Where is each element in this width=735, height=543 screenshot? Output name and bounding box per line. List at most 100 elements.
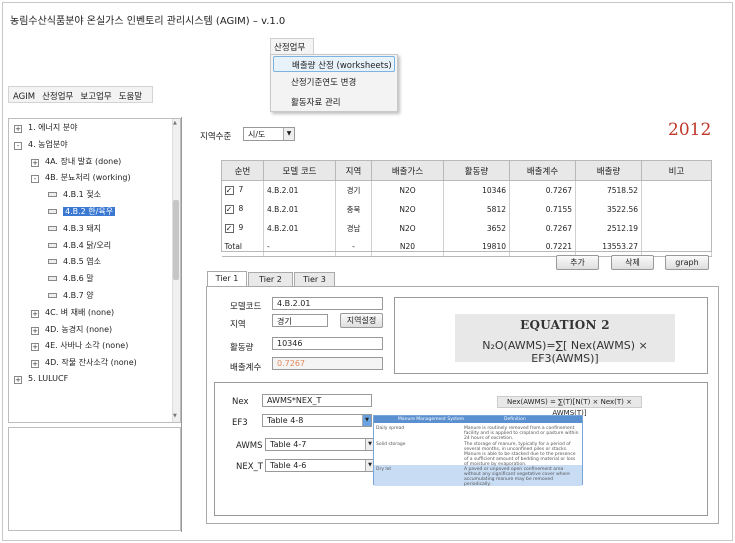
popup-row-system: Solid storage xyxy=(376,442,406,447)
region-field[interactable]: 경기 xyxy=(272,314,328,327)
awms-value: Table 4-7 xyxy=(270,440,307,449)
tree-item[interactable]: +4E. 사바나 소각 (none) xyxy=(31,340,129,352)
activity-label: 활동량 xyxy=(230,343,254,353)
nex-field[interactable]: AWMS*NEX_T xyxy=(262,394,372,407)
model-code-field[interactable]: 4.B.2.01 xyxy=(272,297,383,310)
tree-item[interactable]: +4D. 농경지 (none) xyxy=(31,324,112,335)
nex-t-select[interactable]: Table 4-6 ▼ xyxy=(265,459,375,472)
tree-item-label: 4.B.7 양 xyxy=(63,291,94,300)
popup-row-definition: Manure is routinely removed from a confi… xyxy=(464,426,579,441)
popup-header: Manure Management System Definition xyxy=(374,416,582,423)
model-code-label: 모델코드 xyxy=(230,302,262,312)
tree-item-label: 4B. 분뇨처리 (working) xyxy=(45,173,131,183)
tree-item[interactable]: 4.B.1 젖소 xyxy=(48,189,101,200)
info-panel xyxy=(8,427,181,531)
collapse-icon[interactable]: - xyxy=(14,141,22,150)
menu-calc[interactable]: 산정업무 xyxy=(38,87,76,102)
activity-field[interactable]: 10346 xyxy=(272,337,383,350)
panel-splitter[interactable] xyxy=(181,117,182,532)
menu-item-base-year[interactable]: 산정기준연도 변경 xyxy=(273,74,395,90)
ef3-label: EF3 xyxy=(232,418,248,428)
tree-item-label: 4.B.1 젖소 xyxy=(63,190,102,200)
tree-item[interactable]: +4D. 작물 잔사소각 (none) xyxy=(31,357,137,369)
tree-item[interactable]: 4.B.7 양 xyxy=(48,290,94,301)
tab-tier3[interactable]: Tier 3 xyxy=(294,272,335,287)
leaf-node-icon xyxy=(48,276,57,282)
category-tree: +1. 에너지 분야 -4. 농업분야 +4A. 장내 발효 (done) -4B. … xyxy=(8,118,181,423)
menu-item-emission-calc[interactable]: 배출량 산정 (worksheets) xyxy=(273,56,395,72)
menu-item-activity-data[interactable]: 활동자료 관리 xyxy=(273,94,395,110)
tab-tier2[interactable]: Tier 2 xyxy=(248,272,293,287)
awms-reference-popup: Manure Management System Definition Dail… xyxy=(373,415,583,487)
region-level-value: 시/도 xyxy=(248,130,266,139)
tree-item-label: 5. LULUCF xyxy=(28,374,69,383)
tree-item[interactable]: +4C. 벼 재배 (none) xyxy=(31,307,114,318)
tree-item[interactable]: +1. 에너지 분야 xyxy=(14,122,78,133)
tree-item[interactable]: 4.B.6 말 xyxy=(48,273,94,284)
expand-icon[interactable]: + xyxy=(31,343,39,352)
menu-calc-header[interactable]: 산정업무 xyxy=(270,38,314,54)
tree-item[interactable]: -4. 농업분야 xyxy=(14,139,68,150)
factor-field: 0.7267 xyxy=(272,357,383,370)
expand-icon[interactable]: + xyxy=(31,158,39,167)
tree-item-label: 4.B.5 염소 xyxy=(63,257,102,267)
ef3-select[interactable]: Table 4-8 ▼ xyxy=(262,414,372,427)
tree-item-label: 4. 농업분야 xyxy=(28,139,68,149)
tree-item-label: 4E. 사바나 소각 (none) xyxy=(45,341,129,351)
leaf-node-icon xyxy=(48,209,57,214)
main-menubar: AGIM 산정업무 보고업무 도움말 xyxy=(8,86,153,103)
tree-scrollbar-thumb[interactable] xyxy=(173,200,179,280)
tree-item[interactable]: -4B. 분뇨처리 (working) xyxy=(31,172,131,184)
factor-label: 배출계수 xyxy=(230,363,262,373)
tree-item-label: 4.B.6 말 xyxy=(63,274,94,284)
tree-item-label: 4.B.4 닭/오리 xyxy=(63,240,112,250)
window-title: 농림수산식품분야 온실가스 인벤토리 관리시스템 (AGIM) – v.1.0 xyxy=(10,16,286,27)
nex-equation: Nex(AWMS) = ∑(T)[N(T) × Nex(T) × AWMS(T)… xyxy=(497,396,642,417)
tab-tier1[interactable]: Tier 1 xyxy=(207,271,247,287)
tree-item[interactable]: +4A. 장내 발효 (done) xyxy=(31,156,121,167)
tree-item[interactable]: 4.B.3 돼지 xyxy=(48,223,101,234)
equation-title: EQUATION 2 xyxy=(520,318,610,332)
ef3-value: Table 4-8 xyxy=(267,416,304,425)
chevron-down-icon: ▼ xyxy=(283,128,294,140)
menu-agim[interactable]: AGIM xyxy=(9,89,38,102)
tree-item[interactable]: 4.B.4 닭/오리 xyxy=(48,240,111,251)
scroll-up-icon[interactable]: ▲ xyxy=(173,120,177,126)
expand-icon[interactable]: + xyxy=(31,326,39,335)
nex-label: Nex xyxy=(232,397,249,407)
tree-item-label: 4D. 농경지 (none) xyxy=(45,324,113,334)
leaf-node-icon xyxy=(48,293,57,298)
menu-report[interactable]: 보고업무 xyxy=(76,87,114,102)
region-setting-button[interactable]: 지역설정 xyxy=(340,313,383,328)
region-level-select[interactable]: 시/도 ▼ xyxy=(243,127,295,141)
menu-help[interactable]: 도움말 xyxy=(115,87,145,102)
expand-icon[interactable]: + xyxy=(31,360,39,369)
popup-row-definition: The storage of manure, typically for a p… xyxy=(464,442,576,467)
delete-button[interactable]: 삭제 xyxy=(611,255,654,270)
tree-item[interactable]: 4.B.2 한/육우 xyxy=(48,206,116,217)
expand-icon[interactable]: + xyxy=(31,309,39,318)
table-frame xyxy=(221,160,712,252)
scroll-down-icon[interactable]: ▼ xyxy=(173,413,177,419)
tree-item[interactable]: +5. LULUCF xyxy=(14,374,68,384)
popup-col-definition: Definition xyxy=(504,417,526,422)
popup-row-definition: A paved or unpaved open confinement area… xyxy=(464,467,570,487)
tree-item-label: 4C. 벼 재배 (none) xyxy=(45,307,115,317)
tree-item-label: 4A. 장내 발효 (done) xyxy=(45,156,122,166)
inventory-year: 2012 xyxy=(668,120,712,140)
expand-icon[interactable]: + xyxy=(14,125,22,133)
tree-item[interactable]: 4.B.5 염소 xyxy=(48,256,101,267)
collapse-icon[interactable]: - xyxy=(31,175,39,184)
leaf-node-icon xyxy=(48,225,57,231)
tree-item-label: 4.B.3 돼지 xyxy=(63,223,102,233)
leaf-node-icon xyxy=(48,259,57,265)
nex-t-value: Table 4-6 xyxy=(270,461,307,470)
leaf-node-icon xyxy=(48,192,57,198)
awms-select[interactable]: Table 4-7 ▼ xyxy=(265,438,375,451)
expand-icon[interactable]: + xyxy=(14,376,22,384)
graph-button[interactable]: graph xyxy=(665,255,709,270)
calc-dropdown-menu: 배출량 산정 (worksheets) 산정기준연도 변경 활동자료 관리 xyxy=(270,54,398,112)
chevron-down-icon: ▼ xyxy=(362,415,371,426)
add-button[interactable]: 추가 xyxy=(556,255,599,270)
popup-row-system: Daily spread xyxy=(376,426,405,431)
